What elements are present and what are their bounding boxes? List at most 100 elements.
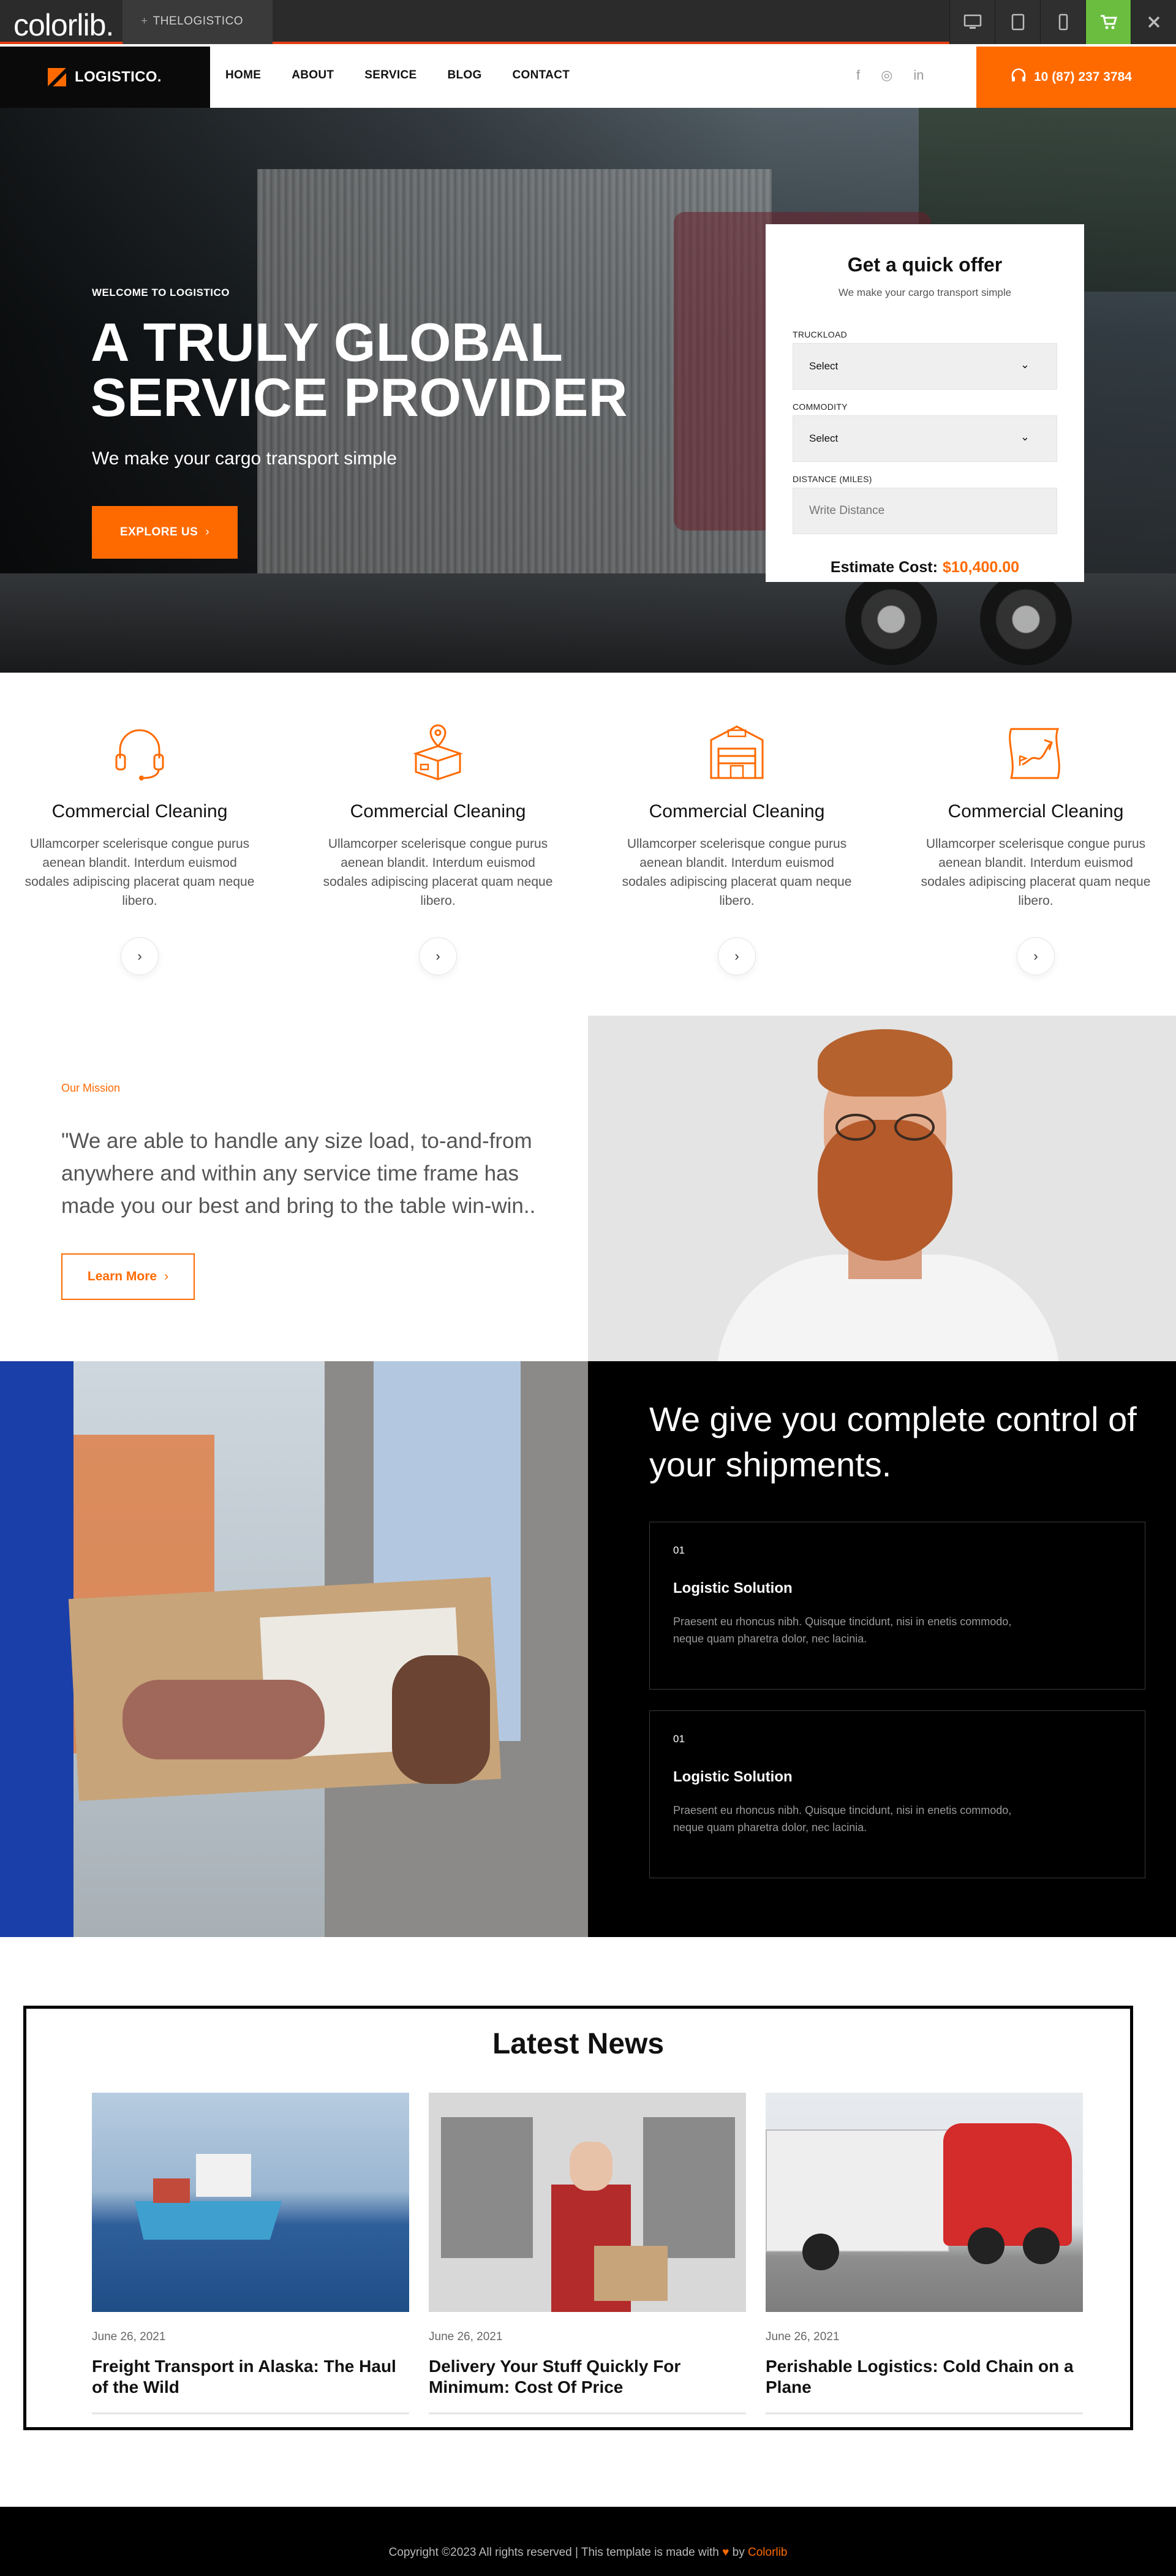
- feature-title: Commercial Cleaning: [350, 801, 526, 822]
- chevron-right-icon: ›: [137, 948, 142, 964]
- solution-card: 01 Logistic Solution Praesent eu rhoncus…: [649, 1522, 1145, 1690]
- news-post[interactable]: June 26, 2021 Delivery Your Stuff Quickl…: [429, 2093, 746, 2414]
- warehouse-icon: [710, 725, 764, 779]
- truck-thumbnail[interactable]: [766, 2093, 1083, 2312]
- commodity-select[interactable]: Select ⌄: [793, 415, 1057, 462]
- distance-label: DISTANCE (MILES): [793, 474, 872, 484]
- post-title[interactable]: Perishable Logistics: Cold Chain on a Pl…: [766, 2356, 1083, 2398]
- hero-title: A TRULY GLOBAL SERVICE PROVIDER: [91, 312, 628, 428]
- copyright-text: Copyright ©2023 All rights reserved | Th…: [388, 2546, 719, 2559]
- delivery-hand: [392, 1655, 490, 1784]
- card-title: Logistic Solution: [673, 1769, 793, 1785]
- hero-section: WELCOME TO LOGISTICO A TRULY GLOBAL SERV…: [0, 108, 1176, 673]
- explore-us-label: EXPLORE US: [119, 526, 198, 538]
- theme-tab[interactable]: + THELOGISTICO: [123, 0, 273, 44]
- truck-wheel: [968, 2227, 1005, 2264]
- truck-cab: [943, 2123, 1072, 2246]
- portrait-image: [588, 1016, 1176, 1361]
- feature-text: Ullamcorper scelerisque congue purus aen…: [921, 837, 1151, 908]
- card-text: Praesent eu rhoncus nibh. Quisque tincid…: [673, 1804, 1012, 1834]
- nav-blog[interactable]: BLOG: [447, 69, 481, 82]
- phone-cta[interactable]: 10 (87) 237 3784: [976, 47, 1176, 108]
- feature-title: Commercial Cleaning: [649, 801, 825, 822]
- post-title[interactable]: Freight Transport in Alaska: The Haul of…: [92, 2356, 409, 2398]
- site-header: LOGISTICO. HOME ABOUT SERVICE BLOG CONTA…: [0, 47, 1176, 108]
- news-post[interactable]: June 26, 2021 Freight Transport in Alask…: [92, 2093, 409, 2414]
- feature-card: Commercial Cleaning Ullamcorper sceleris…: [309, 722, 567, 975]
- tablet-view-button[interactable]: [995, 0, 1040, 44]
- close-demo-button[interactable]: [1131, 0, 1176, 44]
- facebook-icon[interactable]: f: [856, 67, 860, 83]
- route-map-icon: [1009, 728, 1060, 779]
- learn-more-label: Learn More: [87, 1269, 157, 1283]
- garage-door: [643, 2117, 735, 2258]
- chevron-down-icon: ⌄: [1020, 358, 1030, 371]
- truckload-select[interactable]: Select ⌄: [793, 343, 1057, 390]
- latest-news-section: Latest News June 26, 2021 Freight Transp…: [23, 2006, 1133, 2430]
- post-divider: [92, 2412, 409, 2414]
- heart-icon: ♥: [722, 2546, 729, 2559]
- post-divider: [429, 2412, 746, 2414]
- learn-more-button[interactable]: Learn More ›: [61, 1253, 195, 1300]
- truck-wheel: [1023, 2227, 1060, 2264]
- footer-by: by: [732, 2546, 745, 2559]
- feature-text: Ullamcorper scelerisque congue purus aen…: [323, 837, 553, 908]
- demo-top-bar: colorlib. + THELOGISTICO: [0, 0, 1176, 44]
- site-footer: Copyright ©2023 All rights reserved | Th…: [0, 2507, 1176, 2576]
- feature-arrow-button[interactable]: ›: [419, 937, 457, 975]
- truckload-value: Select: [809, 360, 839, 372]
- feature-text: Ullamcorper scelerisque congue purus aen…: [24, 837, 255, 908]
- tablet-icon: [1011, 13, 1024, 31]
- chevron-right-icon: ›: [435, 948, 440, 964]
- mobile-view-button[interactable]: [1040, 0, 1085, 44]
- feature-arrow-button[interactable]: ›: [121, 937, 159, 975]
- chevron-right-icon: ›: [734, 948, 739, 964]
- garage-door: [441, 2117, 533, 2258]
- news-post[interactable]: June 26, 2021 Perishable Logistics: Cold…: [766, 2093, 1083, 2414]
- estimate-cost: Estimate Cost: $10,400.00: [766, 559, 1084, 576]
- brand-logo[interactable]: LOGISTICO.: [0, 47, 210, 108]
- main-nav: HOME ABOUT SERVICE BLOG CONTACT: [225, 69, 600, 82]
- feature-arrow-button[interactable]: ›: [1017, 937, 1055, 975]
- post-divider: [766, 2412, 1083, 2414]
- post-date: June 26, 2021: [92, 2330, 166, 2343]
- features-section: Commercial Cleaning Ullamcorper sceleris…: [0, 673, 1176, 1016]
- desktop-view-button[interactable]: [949, 0, 995, 44]
- nav-about[interactable]: ABOUT: [292, 69, 334, 82]
- headphones-icon: [1011, 68, 1027, 86]
- instagram-icon[interactable]: ◎: [881, 67, 892, 83]
- desktop-icon: [963, 14, 981, 29]
- courier-thumbnail[interactable]: [429, 2093, 746, 2312]
- hero-kicker: WELCOME TO LOGISTICO: [92, 287, 230, 298]
- post-date: June 26, 2021: [429, 2330, 503, 2343]
- delivery-courier: [0, 1361, 74, 1937]
- delivery-hand: [123, 1680, 325, 1759]
- explore-us-button[interactable]: EXPLORE US ›: [92, 506, 238, 559]
- nav-home[interactable]: HOME: [225, 69, 261, 82]
- control-title: We give you complete control of your shi…: [649, 1400, 1137, 1484]
- feature-arrow-button[interactable]: ›: [718, 937, 756, 975]
- post-title[interactable]: Delivery Your Stuff Quickly For Minimum:…: [429, 2356, 746, 2398]
- news-title: Latest News: [492, 2028, 665, 2060]
- ship-thumbnail[interactable]: [92, 2093, 409, 2312]
- nav-service[interactable]: SERVICE: [364, 69, 417, 82]
- brand-name: LOGISTICO.: [75, 69, 162, 85]
- chevron-right-icon: ›: [164, 1269, 169, 1283]
- colorlib-link[interactable]: Colorlib: [748, 2546, 787, 2559]
- distance-input[interactable]: [793, 488, 1057, 534]
- cart-button[interactable]: [1085, 0, 1131, 44]
- nav-contact[interactable]: CONTACT: [513, 69, 570, 82]
- feature-title: Commercial Cleaning: [51, 801, 228, 822]
- linkedin-icon[interactable]: in: [913, 67, 924, 83]
- commodity-label: COMMODITY: [793, 402, 848, 412]
- control-section: We give you complete control of your shi…: [0, 1361, 1176, 1937]
- portrait-beard: [818, 1120, 952, 1261]
- card-number: 01: [673, 1733, 685, 1745]
- chevron-right-icon: ›: [205, 526, 210, 538]
- colorlib-logo[interactable]: colorlib.: [13, 7, 114, 43]
- post-date: June 26, 2021: [766, 2330, 840, 2343]
- close-icon: [1148, 16, 1159, 28]
- chevron-down-icon: ⌄: [1020, 431, 1030, 443]
- courier-box: [594, 2246, 668, 2301]
- truck-wheel: [980, 573, 1072, 665]
